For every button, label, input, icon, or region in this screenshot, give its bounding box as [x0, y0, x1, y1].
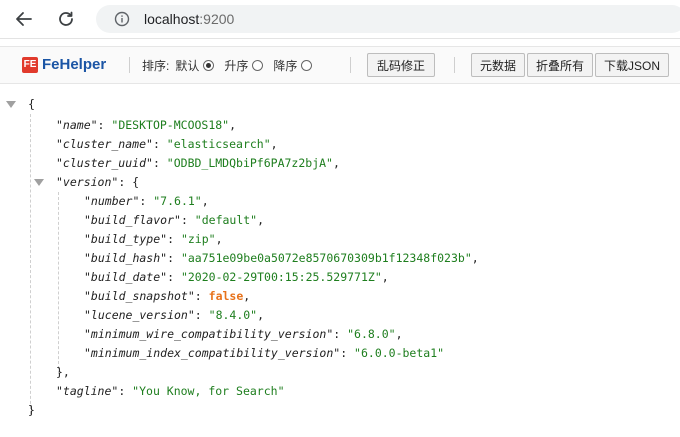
- sort-label: 排序:: [142, 59, 170, 73]
- back-arrow-icon[interactable]: [10, 5, 38, 33]
- json-row-cluster-uuid: "cluster_uuid": "ODBD_LMDQbiPf6PA7z2bjA"…: [56, 156, 340, 170]
- divider: [350, 57, 351, 73]
- json-row-tagline: "tagline": "You Know, for Search": [56, 384, 285, 398]
- json-viewer: { "name": "DESKTOP-MCOOS18", "cluster_na…: [0, 92, 680, 437]
- collapse-root-icon[interactable]: [6, 101, 16, 108]
- divider: [129, 57, 130, 73]
- sort-asc-label: 升序: [224, 59, 249, 73]
- json-row-min-index: "minimum_index_compatibility_version": "…: [84, 346, 445, 360]
- indent-guide: [58, 192, 59, 374]
- sort-asc-option[interactable]: 升序: [224, 57, 264, 74]
- address-bar[interactable]: localhost:9200: [96, 5, 680, 33]
- fehelper-toolbar: FE FeHelper 排序: 默认 升序 降序 乱码修正 元数据 折叠所有 下…: [0, 46, 680, 84]
- url-port: :9200: [199, 11, 235, 27]
- sort-default-label: 默认: [175, 59, 200, 73]
- sort-desc-option[interactable]: 降序: [273, 57, 313, 74]
- fehelper-logo-text: FeHelper: [42, 56, 107, 73]
- indent-guide: [30, 114, 31, 414]
- sort-default-radio[interactable]: [203, 60, 215, 71]
- metadata-button[interactable]: 元数据: [471, 53, 525, 77]
- json-row-number: "number": "7.6.1",: [84, 194, 209, 208]
- download-json-button[interactable]: 下载JSON: [595, 53, 669, 77]
- json-row-lucene-version: "lucene_version": "8.4.0",: [84, 308, 265, 322]
- divider: [454, 57, 455, 73]
- collapse-all-button[interactable]: 折叠所有: [527, 53, 593, 77]
- url-host: localhost: [144, 11, 200, 27]
- json-row-name: "name": "DESKTOP-MCOOS18",: [56, 118, 237, 132]
- fehelper-logo-icon: FE: [22, 56, 38, 73]
- json-close-brace: }: [28, 403, 35, 417]
- sort-desc-label: 降序: [273, 59, 298, 73]
- json-row-version: "version": {: [56, 175, 140, 189]
- json-row-build-flavor: "build_flavor": "default",: [84, 213, 265, 227]
- sort-desc-radio[interactable]: [301, 60, 313, 71]
- info-icon[interactable]: [112, 9, 132, 29]
- collapse-version-icon[interactable]: [34, 179, 44, 186]
- browser-bar: localhost:9200: [0, 0, 680, 39]
- fehelper-logo[interactable]: FE FeHelper: [22, 56, 106, 73]
- json-row-build-type: "build_type": "zip",: [84, 232, 223, 246]
- json-row-build-date: "build_date": "2020-02-29T00:15:25.52977…: [84, 270, 389, 284]
- json-row-cluster-name: "cluster_name": "elasticsearch",: [56, 137, 278, 151]
- fix-encoding-button[interactable]: 乱码修正: [367, 53, 435, 77]
- json-open-brace: {: [28, 97, 35, 111]
- json-version-close: },: [56, 365, 70, 379]
- url-text: localhost:9200: [144, 11, 234, 27]
- sort-options: 排序: 默认 升序 降序: [142, 57, 322, 74]
- reload-icon[interactable]: [52, 5, 80, 33]
- json-row-build-snapshot: "build_snapshot": false,: [84, 289, 251, 303]
- sort-asc-radio[interactable]: [252, 60, 264, 71]
- json-row-min-wire: "minimum_wire_compatibility_version": "6…: [84, 327, 403, 341]
- json-row-build-hash: "build_hash": "aa751e09be0a5072e85706703…: [84, 251, 479, 265]
- sort-default-option[interactable]: 默认: [175, 57, 215, 74]
